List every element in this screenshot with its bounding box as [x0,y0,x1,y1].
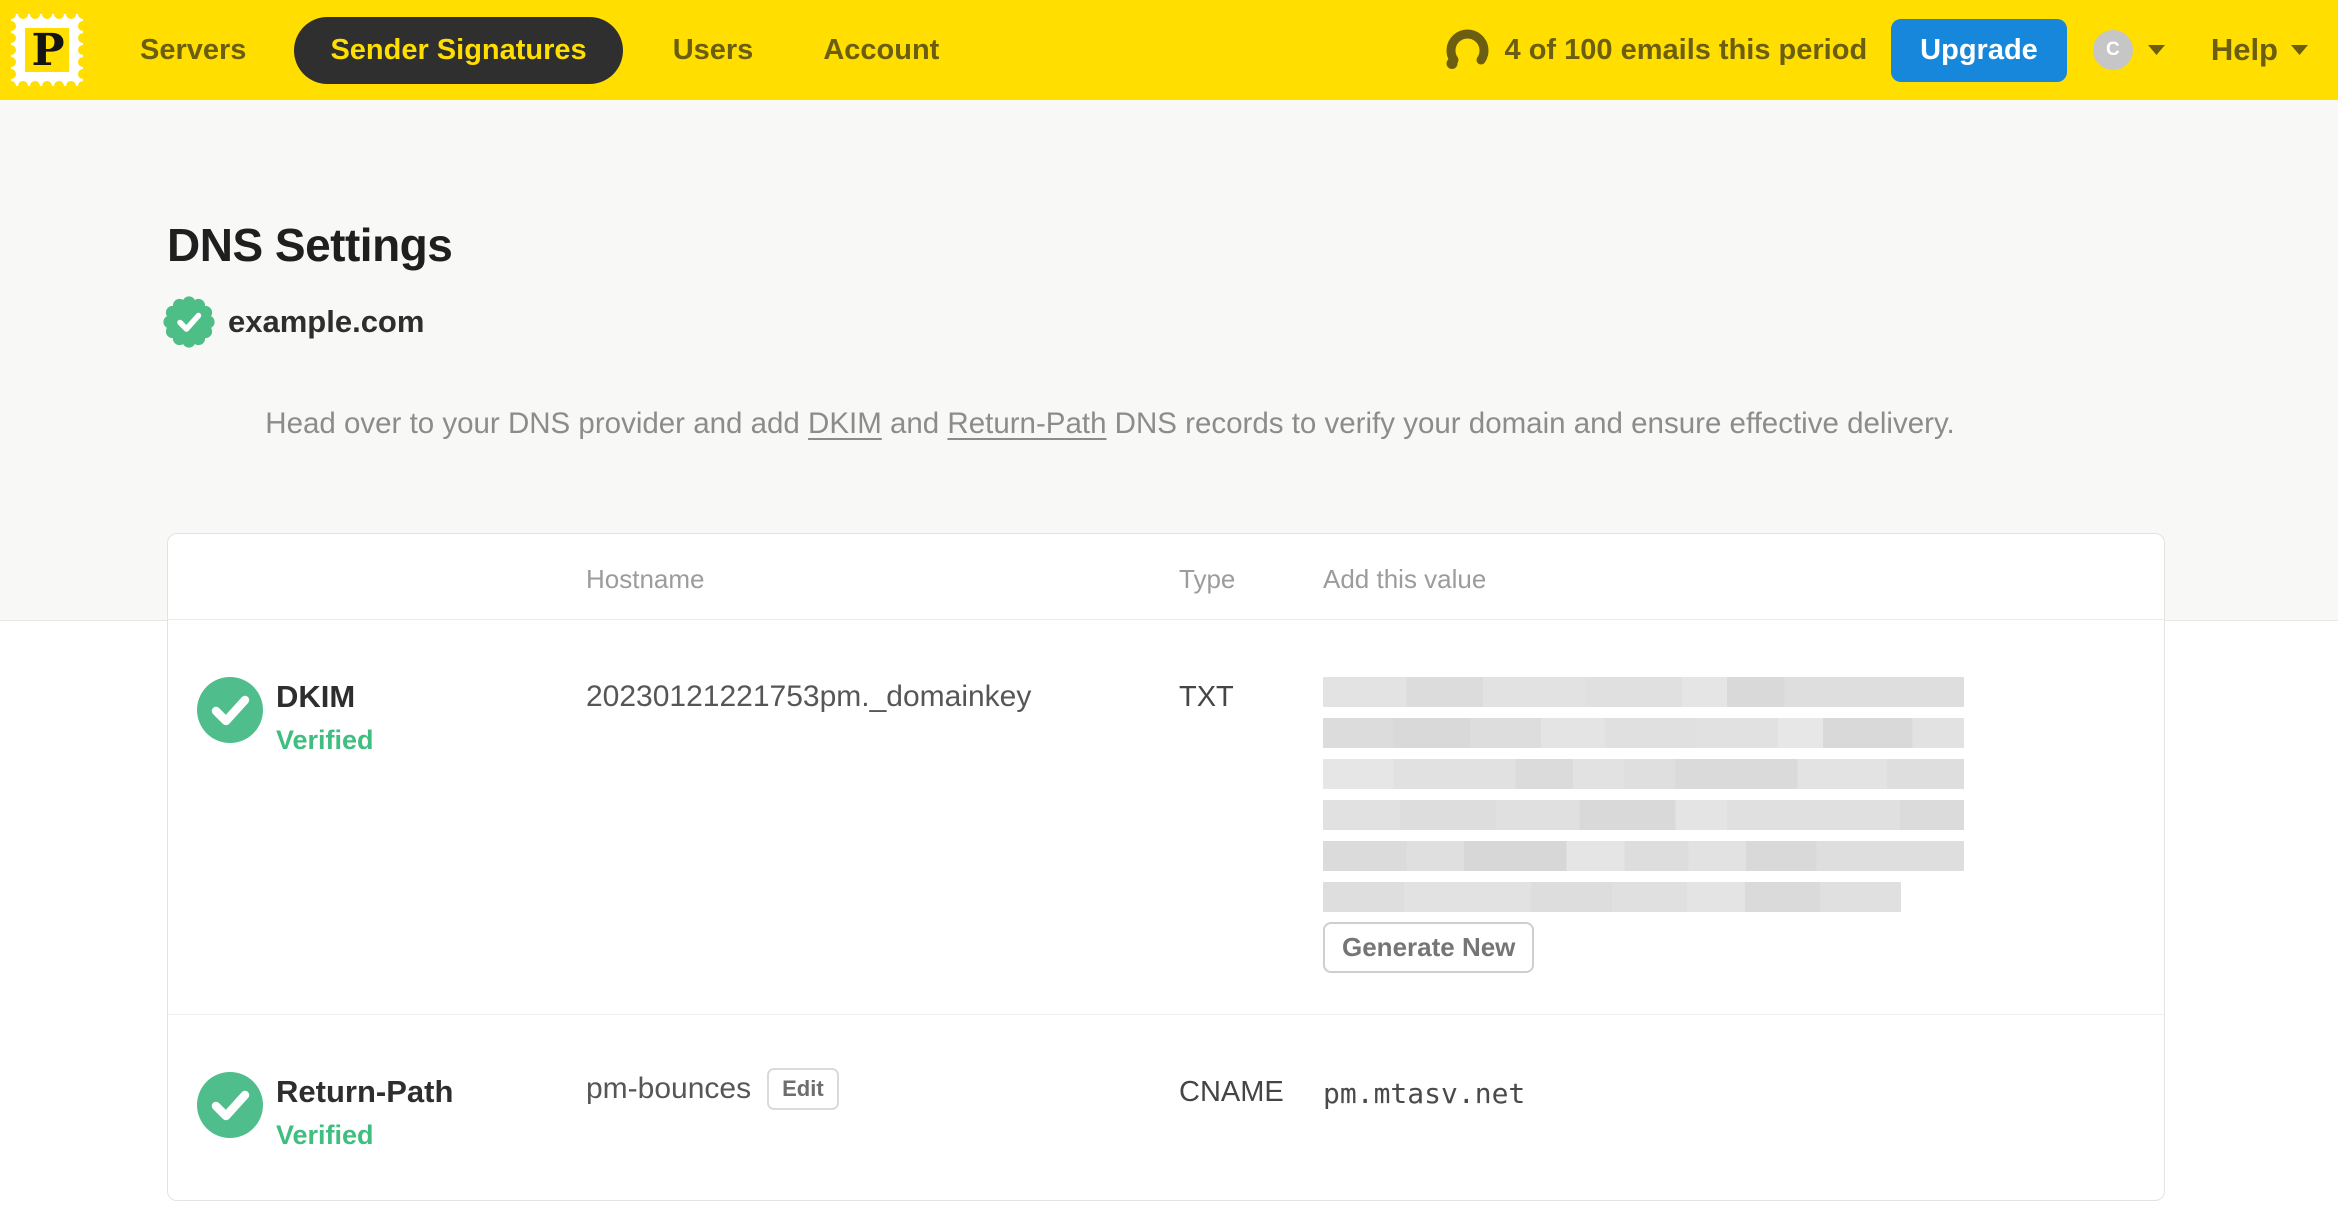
header-type: Type [1179,564,1236,594]
nav-item-users[interactable]: Users [673,34,754,67]
help-label: Help [2210,32,2278,67]
edit-button[interactable]: Edit [767,1068,839,1110]
intro-part: Head over to your DNS provider and add [265,406,809,440]
usage-meter: 4 of 100 emails this period [1444,29,1868,71]
redacted-value-line [1323,841,1964,871]
dkim-hostname: 20230121221753pm._domainkey [586,680,1032,713]
account-menu[interactable]: C [2092,30,2165,70]
page-title: DNS Settings [167,219,453,271]
table-header-row: Hostname Type Add this value [168,534,2164,620]
return-path-status-cell: Return-Path Verified [168,1072,586,1151]
verified-check-icon [197,677,263,743]
chevron-down-icon [2291,45,2308,55]
header-hostname: Hostname [586,564,705,594]
redacted-value-line [1323,800,1964,830]
chevron-down-icon [2147,45,2165,55]
nav-item-sender-signatures-active[interactable]: Sender Signatures [294,16,623,84]
generate-new-button[interactable]: Generate New [1323,922,1535,973]
header-record [168,534,586,619]
dkim-type: TXT [1179,681,1234,713]
return-path-link[interactable]: Return-Path [947,407,1106,440]
table-row-return-path: Return-Path Verified pm-bounces Edit CNA… [168,1015,2164,1200]
redacted-value-line [1323,718,1964,748]
dkim-status-cell: DKIM Verified [168,677,586,973]
return-path-type: CNAME [1179,1076,1284,1108]
usage-text: 4 of 100 emails this period [1504,33,1868,66]
redacted-value-line [1323,759,1964,789]
redacted-value-line [1323,882,1901,912]
dkim-redacted-value [1323,677,1964,912]
domain-row: example.com [163,296,424,348]
logo-letter: P [31,25,64,76]
gauge-icon [1446,29,1489,69]
return-path-hostname: pm-bounces [586,1072,752,1105]
record-status-verified: Verified [276,725,374,755]
dkim-link[interactable]: DKIM [808,407,882,440]
record-name: Return-Path [276,1074,454,1109]
header-add-this-value: Add this value [1323,564,1487,594]
intro-part: and [881,406,948,440]
nav-item-account[interactable]: Account [823,34,939,67]
verified-check-icon [197,1072,263,1138]
intro-part: DNS records to verify your domain and en… [1106,406,1955,440]
dns-records-card: Hostname Type Add this value DKIM Verifi… [167,533,2165,1201]
record-status-verified: Verified [276,1120,374,1150]
verified-seal-icon [163,296,215,348]
table-row-dkim: DKIM Verified 20230121221753pm._domainke… [168,620,2164,1015]
upgrade-button[interactable]: Upgrade [1891,18,2067,82]
return-path-value: pm.mtasv.net [1323,1077,1526,1110]
redacted-value-line [1323,677,1964,707]
record-name: DKIM [276,679,356,714]
top-navbar: P Servers Sender Signatures Users Accoun… [0,0,2338,100]
postmark-logo[interactable]: P [10,13,84,87]
nav-item-servers[interactable]: Servers [140,34,246,67]
help-menu[interactable]: Help [2211,32,2308,68]
domain-name: example.com [228,304,425,339]
main-content: DNS Settings example.com Head over to yo… [0,100,2338,1222]
intro-text: Head over to your DNS provider and add D… [0,400,2220,448]
avatar[interactable]: C [2092,30,2133,70]
